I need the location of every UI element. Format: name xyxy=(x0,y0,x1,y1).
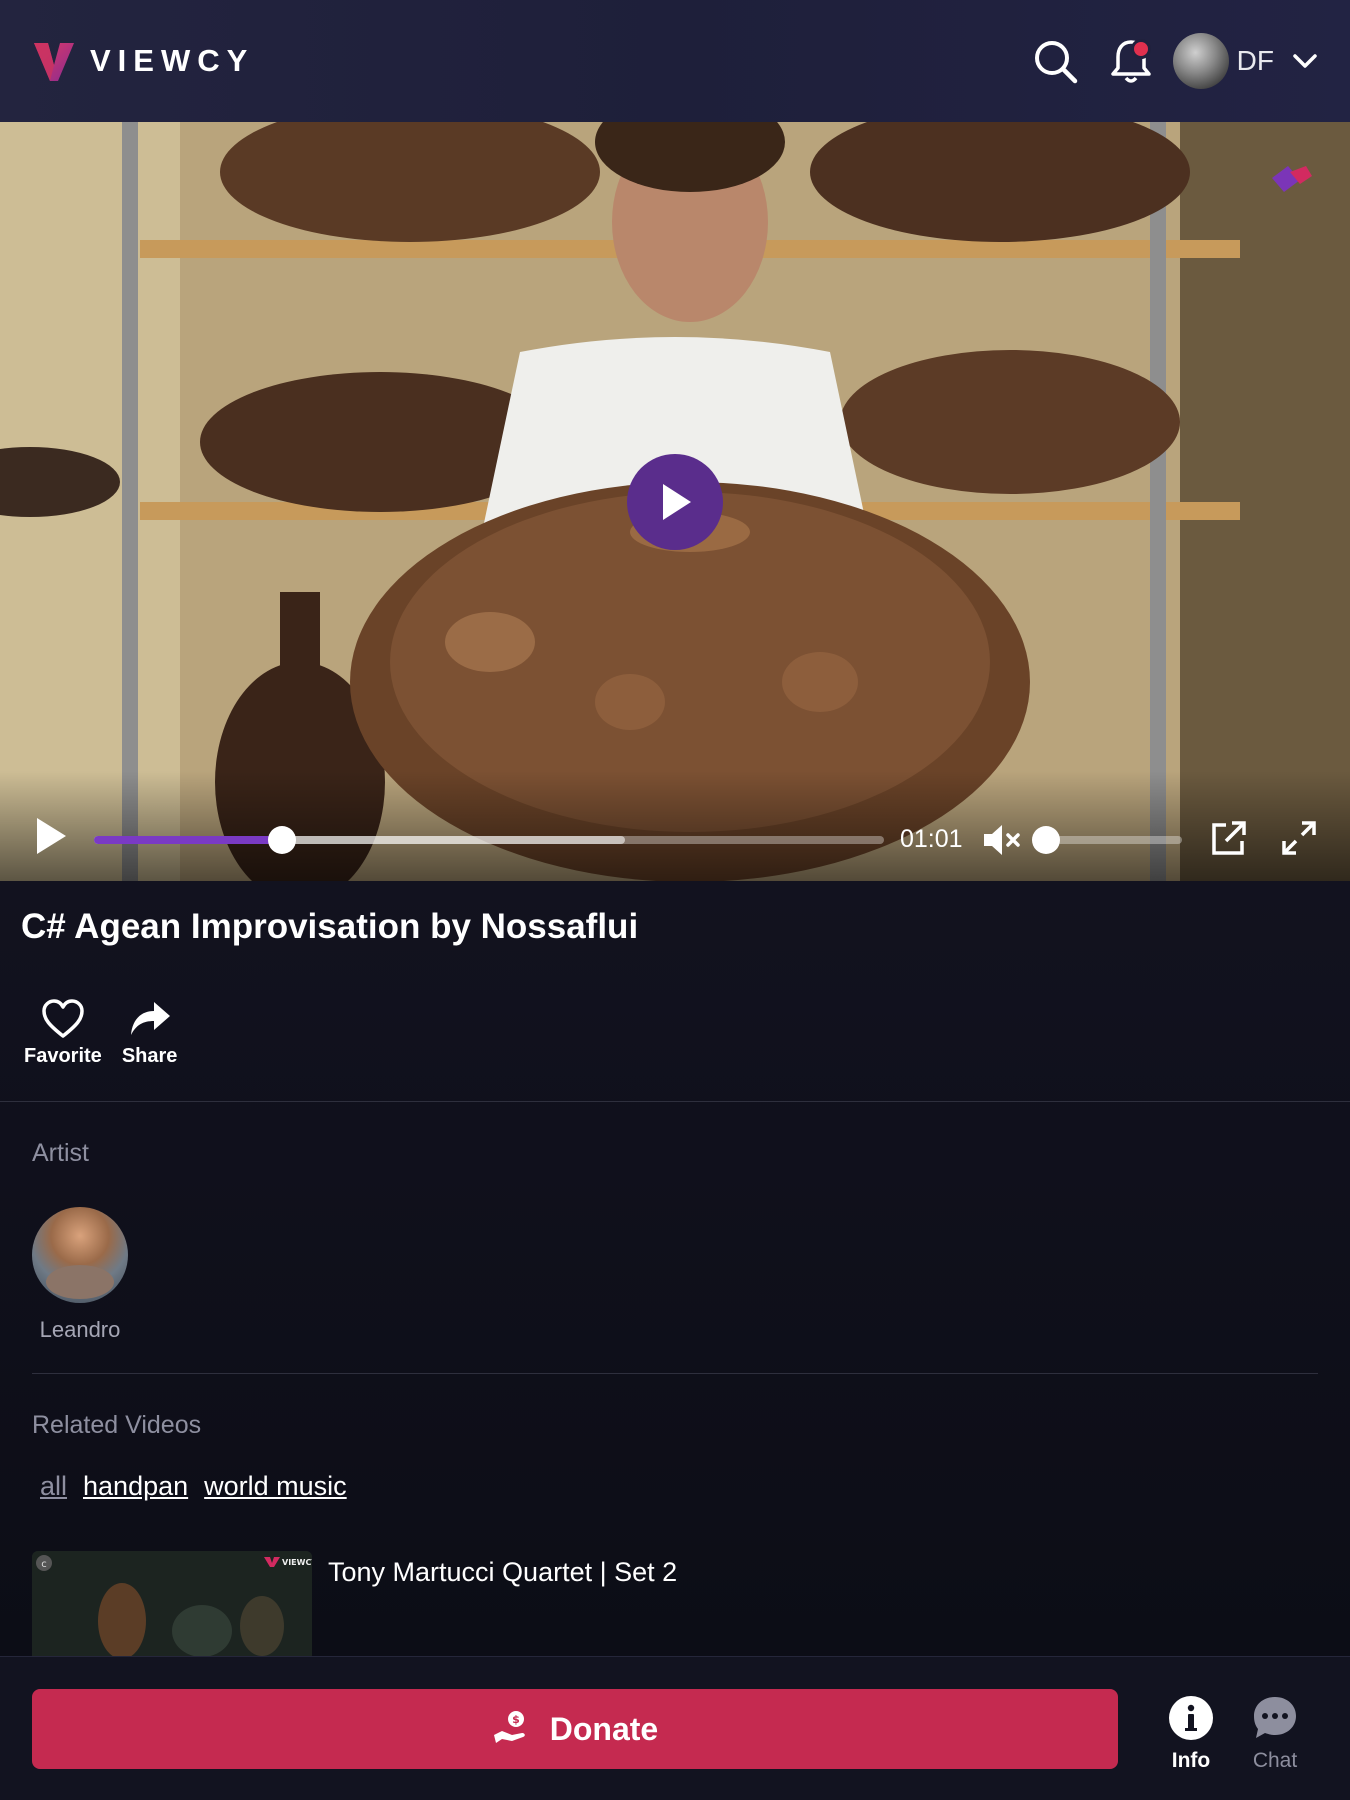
fullscreen-icon[interactable] xyxy=(1280,819,1318,857)
volume-knob[interactable] xyxy=(1032,826,1060,854)
donate-label: Donate xyxy=(549,1710,659,1747)
favorite-button[interactable]: Favorite xyxy=(24,999,102,1068)
play-icon xyxy=(663,484,691,520)
bottom-action-bar: $ Donate Info Chat xyxy=(0,1656,1350,1800)
divider xyxy=(0,1101,1350,1102)
viewcy-logo[interactable]: VIEWCY xyxy=(32,39,254,83)
donate-button[interactable]: $ Donate xyxy=(32,1689,1118,1769)
donate-hand-icon: $ xyxy=(493,1711,525,1743)
play-overlay-button[interactable] xyxy=(627,454,723,550)
muted-speaker-icon[interactable] xyxy=(982,821,1022,859)
user-initials[interactable]: DF xyxy=(1237,45,1274,77)
viewcy-logo-mark xyxy=(34,43,74,81)
related-videos-label: Related Videos xyxy=(32,1411,202,1439)
notification-badge xyxy=(1130,39,1151,59)
play-button[interactable] xyxy=(34,816,68,856)
related-video-item[interactable]: c VIEWCY Tony Martucci Quartet | Set 2 xyxy=(32,1551,677,1661)
artist-section-label: Artist xyxy=(32,1139,89,1167)
top-nav-bar: VIEWCY DF xyxy=(0,0,1350,122)
info-icon xyxy=(1169,1696,1213,1740)
share-button[interactable]: Share xyxy=(121,999,178,1068)
artist-avatar xyxy=(32,1207,128,1303)
related-video-thumbnail[interactable]: c VIEWCY xyxy=(32,1551,312,1661)
player-controls: 01:01 xyxy=(0,771,1350,881)
chevron-down-icon[interactable] xyxy=(1292,52,1318,70)
notifications-bell-icon[interactable] xyxy=(1107,37,1155,85)
tab-chat[interactable]: Chat xyxy=(1252,1695,1298,1773)
volume-slider[interactable] xyxy=(1032,826,1182,854)
video-actions: Favorite Share xyxy=(24,999,177,1068)
related-video-title[interactable]: Tony Martucci Quartet | Set 2 xyxy=(328,1557,677,1661)
brand-name: VIEWCY xyxy=(90,43,255,78)
popout-icon[interactable] xyxy=(1210,819,1248,857)
related-tag-filters: all handpan world music xyxy=(40,1471,347,1502)
video-title: C# Agean Improvisation by Nossaflui xyxy=(21,907,639,946)
played-range xyxy=(94,836,283,844)
thumbnail-badge: c xyxy=(41,1559,47,1570)
tab-info[interactable]: Info xyxy=(1168,1695,1214,1773)
chat-icon xyxy=(1254,1697,1296,1738)
favorite-label: Favorite xyxy=(24,1045,102,1067)
video-player[interactable]: 01:01 xyxy=(0,122,1350,881)
watermark-icon xyxy=(1272,166,1312,192)
heart-icon xyxy=(42,999,84,1038)
share-label: Share xyxy=(121,1045,178,1067)
tag-filter-handpan[interactable]: handpan xyxy=(83,1471,188,1502)
svg-text:$: $ xyxy=(512,1713,520,1726)
artist-name: Leandro xyxy=(39,1317,121,1342)
tab-info-label: Info xyxy=(1171,1749,1211,1772)
artist-card[interactable]: Leandro xyxy=(32,1207,128,1343)
tag-filter-all[interactable]: all xyxy=(40,1471,67,1502)
thumbnail-image: c VIEWCY xyxy=(32,1551,312,1661)
search-icon[interactable] xyxy=(1031,37,1079,85)
tag-filter-world-music[interactable]: world music xyxy=(204,1471,347,1502)
progress-bar[interactable] xyxy=(94,826,884,854)
tab-chat-label: Chat xyxy=(1252,1749,1298,1772)
video-details: C# Agean Improvisation by Nossaflui Favo… xyxy=(0,881,1350,1661)
current-time: 01:01 xyxy=(900,825,963,853)
share-arrow-icon xyxy=(130,1002,170,1035)
divider xyxy=(32,1373,1318,1374)
user-avatar[interactable] xyxy=(1172,33,1229,89)
progress-scrubber[interactable] xyxy=(268,826,297,854)
thumbnail-watermark: VIEWCY xyxy=(282,1558,312,1567)
